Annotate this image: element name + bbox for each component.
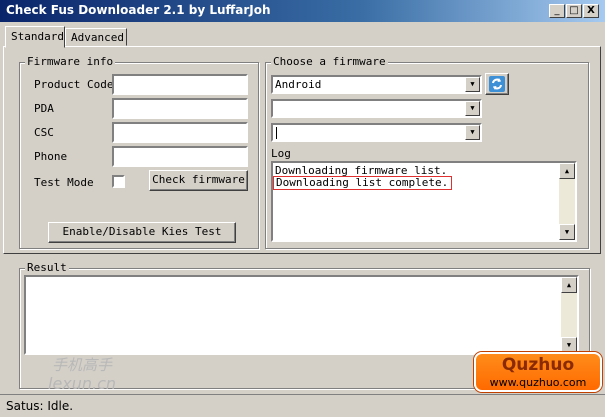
window-title: Check Fus Downloader 2.1 by LuffarJoh [6,3,271,17]
scroll-up-icon[interactable]: ▲ [559,163,575,179]
status-bar: Satus: Idle. [0,394,605,417]
watermark-left-text: 手机高手 [52,356,113,374]
firmware-region-select[interactable]: Android ▼ [271,75,482,94]
watermark-right: Quzhuo www.quzhuo.com [474,352,602,392]
product-code-label: Product Code [34,78,114,91]
log-scrollbar[interactable]: ▲ ▼ [559,163,575,240]
result-legend: Result [25,261,69,274]
watermark-right-brand: Quzhuo [501,355,575,375]
test-mode-label: Test Mode [34,176,94,189]
log-label: Log [271,147,291,160]
scroll-down-icon[interactable]: ▼ [559,224,575,240]
pda-input[interactable] [112,98,248,119]
log-textarea[interactable]: Downloading firmware list. Downloading l… [271,161,577,242]
check-firmware-button[interactable]: Check firmware [149,170,248,191]
firmware-version-select[interactable]: ▼ [271,123,482,142]
watermark-left-sub: lexun.cn [48,374,117,393]
phone-label: Phone [34,150,68,163]
product-code-input[interactable] [112,74,248,95]
chevron-down-icon[interactable]: ▼ [465,101,480,116]
firmware-model-select[interactable]: ▼ [271,99,482,118]
kies-test-button[interactable]: Enable/Disable Kies Test [48,222,236,243]
test-mode-checkbox[interactable] [112,175,125,188]
refresh-icon [489,76,505,92]
close-button[interactable]: X [583,4,599,18]
chevron-down-icon[interactable]: ▼ [465,77,480,92]
csc-label: CSC [34,126,54,139]
tab-advanced-label: Advanced [71,31,124,44]
tab-advanced[interactable]: Advanced [65,28,127,46]
chevron-down-icon[interactable]: ▼ [465,125,480,140]
scroll-up-icon[interactable]: ▲ [561,277,577,293]
tab-standard[interactable]: Standard [5,26,65,48]
text-caret [276,127,277,139]
scroll-down-icon[interactable]: ▼ [561,337,577,353]
pda-label: PDA [34,102,54,115]
firmware-info-legend: Firmware info [25,55,116,68]
refresh-button[interactable] [485,73,509,95]
log-line-highlighted: Downloading list complete. [273,176,453,190]
watermark-right-url: www.quzhuo.com [489,376,587,389]
csc-input[interactable] [112,122,248,143]
phone-input[interactable] [112,146,248,167]
title-bar[interactable]: Check Fus Downloader 2.1 by LuffarJoh _ … [0,0,605,22]
minimize-button[interactable]: _ [549,4,565,18]
choose-firmware-legend: Choose a firmware [271,55,388,68]
result-scrollbar[interactable]: ▲ ▼ [561,277,577,353]
watermark-left: 手机高手 lexun.cn [38,350,148,394]
status-text: Satus: Idle. [6,399,74,413]
tab-standard-label: Standard [11,30,64,43]
maximize-button[interactable]: □ [566,4,582,18]
firmware-region-value: Android [275,78,322,91]
result-textarea[interactable]: ▲ ▼ [24,275,579,355]
